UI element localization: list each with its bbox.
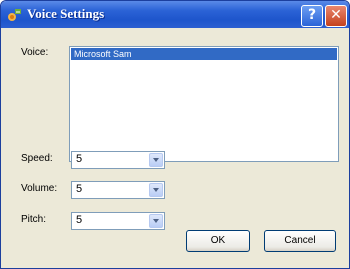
ok-button[interactable]: OK <box>186 230 250 252</box>
chevron-down-icon[interactable] <box>149 153 163 167</box>
window-title: Voice Settings <box>27 6 105 21</box>
pitch-select[interactable]: 5 <box>71 212 165 230</box>
pitch-value: 5 <box>76 214 83 226</box>
voice-settings-dialog: Voice Settings ? ✕ Voice: Microsoft Sam … <box>0 0 350 269</box>
volume-value: 5 <box>76 183 83 195</box>
title-bar[interactable]: Voice Settings ? ✕ <box>1 1 349 28</box>
voice-listbox[interactable]: Microsoft Sam <box>69 46 339 162</box>
help-button[interactable]: ? <box>301 5 323 27</box>
speed-value: 5 <box>76 153 83 165</box>
volume-label: Volume: <box>21 183 58 194</box>
speed-label: Speed: <box>21 153 53 164</box>
voice-list-item[interactable]: Microsoft Sam <box>71 48 337 60</box>
speed-select[interactable]: 5 <box>71 151 165 169</box>
pitch-label: Pitch: <box>21 214 47 225</box>
cancel-button[interactable]: Cancel <box>264 230 336 252</box>
chevron-down-icon[interactable] <box>149 183 163 197</box>
close-button[interactable]: ✕ <box>325 5 347 27</box>
voice-settings-icon <box>8 9 21 21</box>
voice-label: Voice: <box>21 47 49 58</box>
volume-select[interactable]: 5 <box>71 181 165 199</box>
chevron-down-icon[interactable] <box>149 214 163 228</box>
